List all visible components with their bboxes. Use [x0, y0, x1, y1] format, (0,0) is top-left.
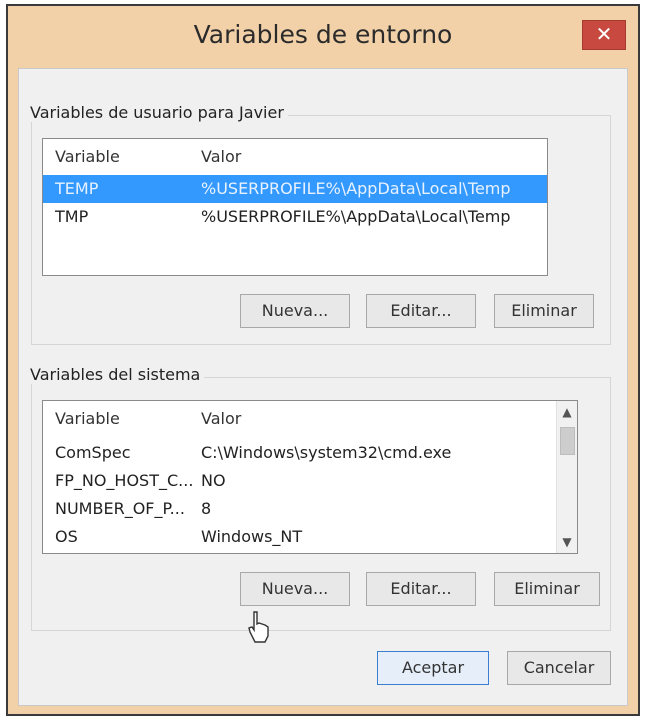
list-header: Variable Valor [43, 405, 577, 433]
dialog-content: Variables de usuario para Javier Variabl… [18, 68, 628, 706]
column-header-value[interactable]: Valor [201, 147, 241, 166]
system-delete-button[interactable]: Eliminar [494, 572, 600, 606]
variable-name: TEMP [55, 179, 99, 198]
user-variables-group: Variables de usuario para Javier Variabl… [26, 103, 611, 345]
variable-name: OS [55, 527, 78, 546]
list-item[interactable]: OS Windows_NT [43, 523, 577, 551]
system-variables-label: Variables del sistema [26, 365, 205, 384]
list-item[interactable]: ComSpec C:\Windows\system32\cmd.exe [43, 439, 577, 467]
column-header-value[interactable]: Valor [201, 409, 241, 428]
scroll-down-icon[interactable]: ▼ [557, 531, 577, 553]
system-variables-list[interactable]: Variable Valor ComSpec C:\Windows\system… [42, 400, 578, 554]
user-new-button[interactable]: Nueva... [240, 294, 350, 328]
scroll-up-icon[interactable]: ▲ [557, 401, 577, 423]
column-header-variable[interactable]: Variable [55, 409, 120, 428]
list-item[interactable]: TEMP %USERPROFILE%\AppData\Local\Temp [43, 175, 547, 203]
vertical-scrollbar[interactable]: ▲ ▼ [556, 401, 577, 553]
variable-name: TMP [55, 207, 89, 226]
variable-value: %USERPROFILE%\AppData\Local\Temp [201, 207, 511, 226]
variable-name: NUMBER_OF_P... [55, 499, 185, 518]
system-variables-group: Variables del sistema Variable Valor Com… [26, 365, 611, 631]
user-variables-label: Variables de usuario para Javier [26, 103, 288, 122]
variable-name: ComSpec [55, 443, 131, 462]
close-icon: ✕ [595, 22, 613, 46]
system-edit-button[interactable]: Editar... [366, 572, 476, 606]
list-item[interactable]: TMP %USERPROFILE%\AppData\Local\Temp [43, 203, 547, 231]
scrollbar-thumb[interactable] [560, 427, 575, 455]
system-new-button[interactable]: Nueva... [240, 572, 350, 606]
list-item[interactable]: NUMBER_OF_P... 8 [43, 495, 577, 523]
variable-value: NO [201, 471, 226, 490]
ok-button[interactable]: Aceptar [377, 651, 489, 685]
dialog-window: Variables de entorno ✕ Variables de usua… [6, 4, 640, 716]
close-button[interactable]: ✕ [582, 20, 626, 50]
user-variables-list[interactable]: Variable Valor TEMP %USERPROFILE%\AppDat… [42, 138, 548, 276]
list-header: Variable Valor [43, 143, 547, 171]
column-header-variable[interactable]: Variable [55, 147, 120, 166]
title-bar[interactable]: Variables de entorno ✕ [8, 6, 638, 72]
variable-value: %USERPROFILE%\AppData\Local\Temp [201, 179, 511, 198]
user-edit-button[interactable]: Editar... [366, 294, 476, 328]
variable-value: 8 [201, 499, 212, 518]
cancel-button[interactable]: Cancelar [507, 651, 611, 685]
variable-value: C:\Windows\system32\cmd.exe [201, 443, 452, 462]
user-delete-button[interactable]: Eliminar [494, 294, 594, 328]
variable-value: Windows_NT [201, 527, 303, 546]
variable-name: FP_NO_HOST_C... [55, 471, 194, 490]
dialog-title: Variables de entorno [193, 20, 453, 49]
list-item[interactable]: FP_NO_HOST_C... NO [43, 467, 577, 495]
hand-cursor-icon [248, 611, 269, 643]
